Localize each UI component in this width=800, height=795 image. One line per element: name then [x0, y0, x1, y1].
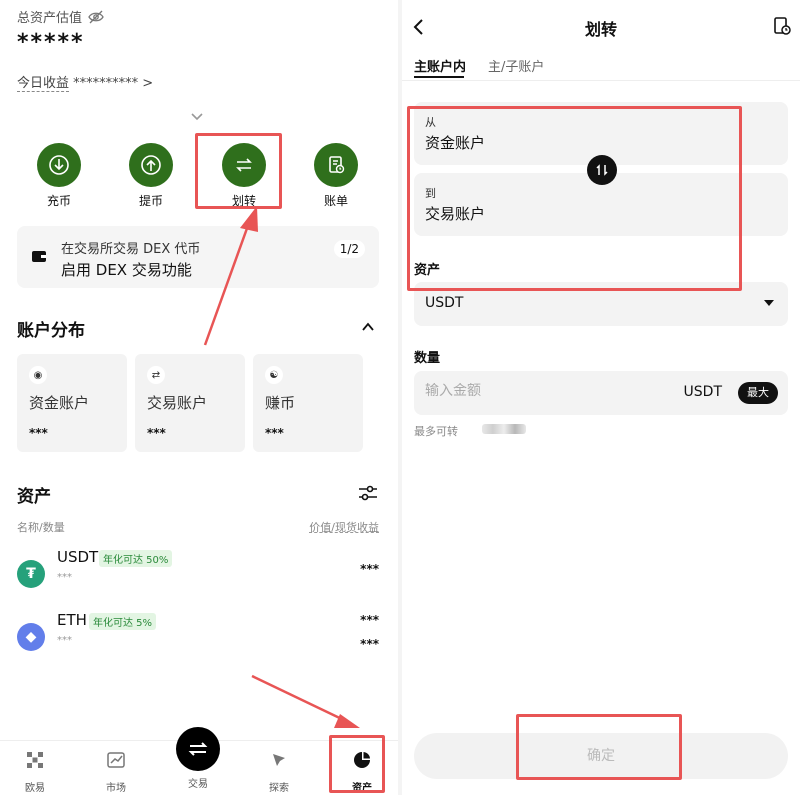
promo-page-indicator: 1/2 — [333, 240, 365, 258]
dex-promo-banner[interactable]: 在交易所交易 DEX 代币 启用 DEX 交易功能 1/2 — [17, 226, 379, 288]
account-value: *** — [265, 426, 284, 440]
amount-label: 数量 — [414, 351, 441, 366]
tab-underline — [414, 76, 464, 78]
okx-logo-icon — [27, 752, 43, 768]
asset-symbol: ETH — [57, 611, 87, 629]
withdraw-label: 提币 — [138, 194, 163, 208]
deposit-icon — [49, 155, 69, 175]
piggy-icon: ☯ — [265, 366, 283, 384]
bill-icon — [329, 156, 345, 174]
confirm-button[interactable]: 确定 — [414, 733, 788, 779]
today-earnings[interactable]: 今日收益 ********** > — [17, 72, 154, 92]
swap-accounts-button[interactable] — [587, 155, 617, 185]
filter-sliders-icon[interactable] — [357, 483, 379, 503]
funding-account-card[interactable]: ◉ 资金账户 *** — [17, 354, 127, 452]
tab-divider — [402, 80, 800, 81]
transfer-button[interactable]: 划转 — [214, 143, 274, 209]
apy-badge: 年化可达 50% — [99, 550, 173, 567]
usdt-logo-icon: ₮ — [17, 560, 45, 588]
history-icon[interactable] — [772, 16, 792, 36]
chevron-down-icon[interactable] — [190, 110, 204, 124]
account-name: 资金账户 — [29, 394, 90, 412]
lock-icon: ◉ — [29, 366, 47, 384]
chevron-right-icon: > — [142, 76, 154, 91]
trading-account-card[interactable]: ⇄ 交易账户 *** — [135, 354, 245, 452]
tab-market[interactable]: 市场 — [91, 747, 141, 794]
tab-main-account[interactable]: 主账户内 — [414, 56, 466, 75]
col-header-name: 名称/数量 — [17, 521, 65, 534]
wallet-icon — [32, 251, 46, 262]
deposit-label: 充币 — [46, 194, 71, 208]
caret-down-icon — [764, 300, 774, 306]
promo-line1: 在交易所交易 DEX 代币 — [61, 242, 201, 257]
tab-label: 欧易 — [25, 783, 45, 794]
amount-unit: USDT — [683, 384, 722, 400]
deposit-button[interactable]: 充币 — [29, 143, 89, 209]
withdraw-button[interactable]: 提币 — [121, 143, 181, 209]
to-label: 到 — [425, 187, 436, 200]
from-value: 资金账户 — [425, 134, 486, 152]
bill-label: 账单 — [323, 194, 348, 208]
asset-value: *** — [360, 562, 379, 576]
transfer-icon — [236, 158, 252, 172]
swap-vertical-icon — [596, 164, 608, 176]
tab-discover[interactable]: 探索 — [254, 747, 304, 794]
transfer-label: 划转 — [231, 194, 256, 208]
apy-badge: 年化可达 5% — [89, 613, 157, 630]
tab-okx[interactable]: 欧易 — [10, 747, 60, 794]
eye-off-icon[interactable] — [88, 9, 104, 25]
asset-symbol: USDT — [57, 548, 99, 566]
account-value: *** — [147, 426, 166, 440]
asset-value: *** — [360, 613, 379, 627]
account-value: *** — [29, 426, 48, 440]
asset-row-eth[interactable]: ◆ ETH 年化可达 5% *** *** *** — [17, 611, 379, 661]
promo-line2: 启用 DEX 交易功能 — [61, 261, 192, 279]
distribution-title: 账户分布 — [17, 321, 85, 341]
tab-sub-account[interactable]: 主/子账户 — [488, 56, 544, 75]
swap-icon: ⇄ — [147, 366, 165, 384]
chart-icon — [107, 752, 125, 768]
chevron-up-icon[interactable] — [361, 320, 375, 334]
asset-row-usdt[interactable]: ₮ USDT 年化可达 50% *** *** — [17, 548, 379, 598]
trade-swap-icon — [188, 742, 208, 756]
transfer-screen: 划转 主账户内 主/子账户 从 资金账户 到 交易账户 资产 USDT 数量 U… — [402, 0, 800, 795]
tab-label: 资产 — [352, 783, 372, 794]
today-earnings-label: 今日收益 — [17, 76, 70, 92]
eth-logo-icon: ◆ — [17, 623, 45, 651]
assets-screen: 总资产估值 ***** 今日收益 ********** > 充币 提币 划转 账… — [0, 0, 398, 795]
asset-quantity: *** — [57, 572, 72, 583]
tab-trade[interactable] — [176, 727, 220, 771]
asset-select-value: USDT — [425, 295, 464, 311]
asset-quantity: *** — [57, 635, 72, 646]
from-label: 从 — [425, 116, 436, 129]
today-earnings-value: ********** — [73, 76, 139, 91]
withdraw-icon — [141, 155, 161, 175]
asset-select[interactable]: USDT — [414, 282, 788, 326]
account-name: 交易账户 — [147, 394, 208, 412]
available-label: 最多可转 — [414, 425, 458, 438]
page-title: 划转 — [584, 20, 617, 39]
tab-label: 市场 — [106, 783, 126, 794]
amount-field: USDT 最大 — [414, 371, 788, 415]
asset-pnl: *** — [360, 637, 379, 651]
tab-trade-label: 交易 — [188, 779, 208, 790]
total-assets-label-text: 总资产估值 — [17, 11, 83, 26]
col-header-value[interactable]: 价值/现货收益 — [309, 519, 379, 535]
tab-assets[interactable]: 资产 — [337, 747, 387, 794]
tab-label: 探索 — [269, 783, 289, 794]
total-assets-value: ***** — [17, 30, 85, 55]
assets-title: 资产 — [17, 487, 51, 507]
earn-account-card[interactable]: ☯ 赚币 *** — [253, 354, 363, 452]
max-button[interactable]: 最大 — [738, 382, 778, 404]
total-assets-label: 总资产估值 — [17, 7, 104, 26]
bill-button[interactable]: 账单 — [306, 143, 366, 209]
to-value: 交易账户 — [425, 205, 486, 223]
account-name: 赚币 — [265, 394, 296, 412]
asset-label: 资产 — [414, 263, 441, 278]
screenshot-root: 总资产估值 ***** 今日收益 ********** > 充币 提币 划转 账… — [0, 0, 800, 795]
available-value-blurred — [482, 424, 526, 434]
compass-icon — [273, 754, 285, 766]
amount-input[interactable] — [425, 383, 625, 399]
pie-chart-icon — [354, 752, 370, 768]
